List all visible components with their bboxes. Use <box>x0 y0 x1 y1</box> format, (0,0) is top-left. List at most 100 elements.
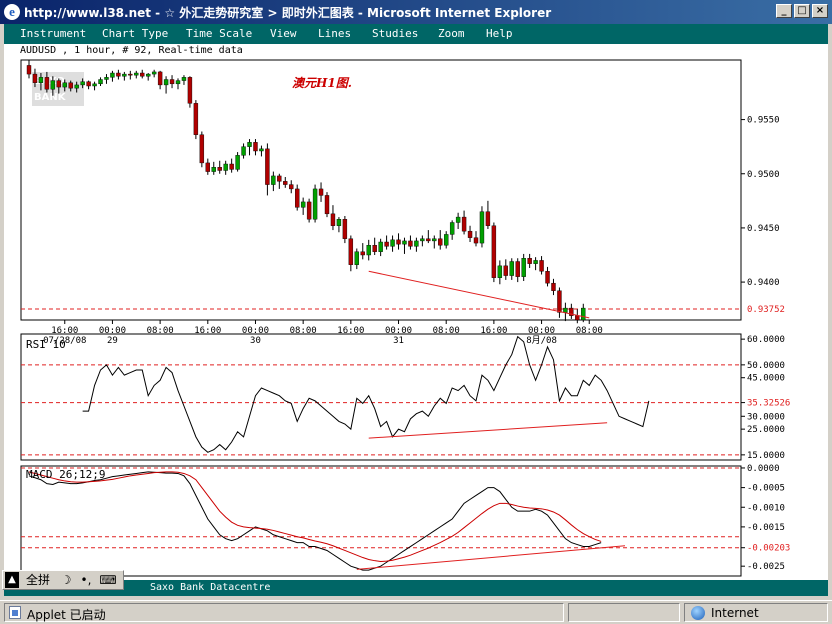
footer-text: Saxo Bank Datacentre <box>150 582 271 593</box>
status-main: Applet 已启动 <box>4 603 564 622</box>
candle-body <box>169 79 175 85</box>
candle-body <box>557 290 562 313</box>
maximize-button[interactable]: □ <box>794 4 810 18</box>
applet-footer: Saxo Bank Datacentre <box>4 580 828 596</box>
status-empty-pane <box>568 603 680 622</box>
candle-body <box>563 307 568 313</box>
x-tick-label: 08:00 <box>147 326 174 336</box>
candle-body <box>80 81 85 86</box>
candle-body <box>318 188 324 196</box>
x-tick-label: 00:00 <box>528 326 555 336</box>
candle-body <box>330 213 336 226</box>
x-tick-label: 08:00 <box>433 326 460 336</box>
price-ref-label: 0.93752 <box>747 305 785 315</box>
status-bar: Applet 已启动 Internet <box>0 600 832 624</box>
candle-body <box>432 238 437 242</box>
candle-body <box>92 83 97 87</box>
macd-title: MACD 26;12;9 <box>26 468 105 481</box>
x-tick-label: 08:00 <box>290 326 317 336</box>
close-button[interactable]: × <box>812 4 828 18</box>
candle-body <box>74 84 79 89</box>
candle-body <box>241 146 246 156</box>
x-tick-label: 16:00 <box>337 326 364 336</box>
price-y-tick-label: 0.9450 <box>747 224 780 234</box>
candle-body <box>366 245 371 256</box>
moon-icon[interactable]: ☽ <box>57 572 75 588</box>
candle-body <box>581 307 586 321</box>
instrument-info: AUDUSD , 1 hour, # 92, Real-time data <box>4 44 828 58</box>
menu-view[interactable]: View <box>270 27 297 40</box>
candle-body <box>199 134 205 164</box>
x-tick-sublabel: 30 <box>250 336 261 346</box>
candle-body <box>187 77 193 104</box>
menu-help[interactable]: Help <box>486 27 513 40</box>
candle-body <box>438 238 443 246</box>
x-tick-label: 16:00 <box>194 326 221 336</box>
menu-studies[interactable]: Studies <box>372 27 418 40</box>
x-tick-label: 16:00 <box>51 326 78 336</box>
candle-body <box>193 103 199 135</box>
x-tick-label: 08:00 <box>576 326 603 336</box>
candle-body <box>247 142 252 147</box>
menu-time-scale[interactable]: Time Scale <box>186 27 252 40</box>
x-tick-label: 00:00 <box>242 326 269 336</box>
zone-text: Internet <box>711 606 759 620</box>
macd-y-tick-label: -0.00203 <box>747 544 790 554</box>
punctuation-icon[interactable]: •, <box>77 572 95 588</box>
rsi-y-tick-label: 15.0000 <box>747 451 785 461</box>
x-tick-label: 00:00 <box>99 326 126 336</box>
rsi-y-tick-label: 45.0000 <box>747 374 785 384</box>
candle-body <box>253 142 258 152</box>
candle-body <box>455 216 461 223</box>
rsi-y-tick-label: 50.0000 <box>747 361 785 371</box>
candle-body <box>26 65 32 75</box>
menu-instrument[interactable]: Instrument <box>20 27 86 40</box>
candle-body <box>289 184 294 190</box>
candle-body <box>503 265 508 276</box>
candle-body <box>324 195 330 215</box>
candle-body <box>271 175 276 185</box>
candle-body <box>342 219 348 239</box>
candle-body <box>265 148 270 185</box>
status-zone: Internet <box>684 603 828 622</box>
price-y-tick-label: 0.9400 <box>747 278 780 288</box>
candle-body <box>449 222 455 235</box>
menu-chart-type[interactable]: Chart Type <box>102 27 168 40</box>
candle-body <box>134 72 139 76</box>
candle-body <box>473 237 479 244</box>
menu-lines[interactable]: Lines <box>318 27 351 40</box>
ime-mode[interactable]: 全拼 <box>21 572 55 588</box>
macd-y-tick-label: -0.0015 <box>747 523 785 533</box>
candle-body <box>217 167 222 171</box>
candle-body <box>181 77 187 81</box>
x-tick-sublabel: 29 <box>107 336 118 346</box>
menu-zoom[interactable]: Zoom <box>438 27 465 40</box>
candle-body <box>461 216 467 232</box>
candle-body <box>68 82 73 89</box>
rsi-y-tick-label: 35.32526 <box>747 399 790 409</box>
candle-body <box>223 163 228 171</box>
rsi-title: RSI 10 <box>26 338 66 351</box>
price-panel-frame <box>20 59 742 321</box>
candle-body <box>300 201 306 208</box>
candle-body <box>491 225 497 278</box>
status-text: Applet 已启动 <box>27 608 106 622</box>
ime-logo-icon[interactable]: ▲ <box>5 572 19 588</box>
candle-body <box>444 234 449 246</box>
candle-body <box>110 72 115 78</box>
macd-y-tick-label: -0.0025 <box>747 562 785 572</box>
candle-body <box>145 73 151 77</box>
candle-body <box>575 315 580 321</box>
candle-body <box>62 82 67 88</box>
rsi-y-tick-label: 60.0000 <box>747 335 785 345</box>
keyboard-icon[interactable]: ⌨ <box>97 572 119 588</box>
chart-title: 澳元H1图. <box>292 76 352 90</box>
candle-body <box>306 201 312 220</box>
minimize-button[interactable]: _ <box>776 4 792 18</box>
candle-body <box>295 188 300 208</box>
macd-y-tick-label: -0.0010 <box>747 503 785 513</box>
candle-body <box>420 238 425 242</box>
x-tick-sublabel: 31 <box>393 336 404 346</box>
candle-body <box>98 79 103 85</box>
candle-body <box>336 219 342 226</box>
